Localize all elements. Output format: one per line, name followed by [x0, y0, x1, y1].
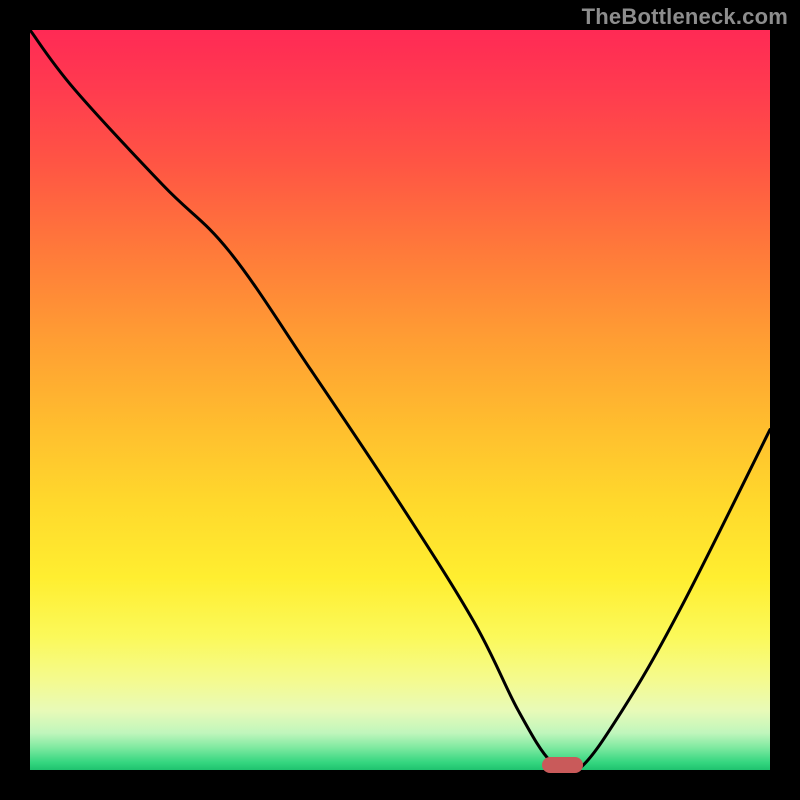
bottleneck-curve-path — [30, 30, 770, 770]
chart-frame: TheBottleneck.com — [0, 0, 800, 800]
optimal-marker — [542, 757, 583, 773]
curve-svg — [30, 30, 770, 770]
plot-area — [30, 30, 770, 770]
watermark-text: TheBottleneck.com — [582, 4, 788, 30]
